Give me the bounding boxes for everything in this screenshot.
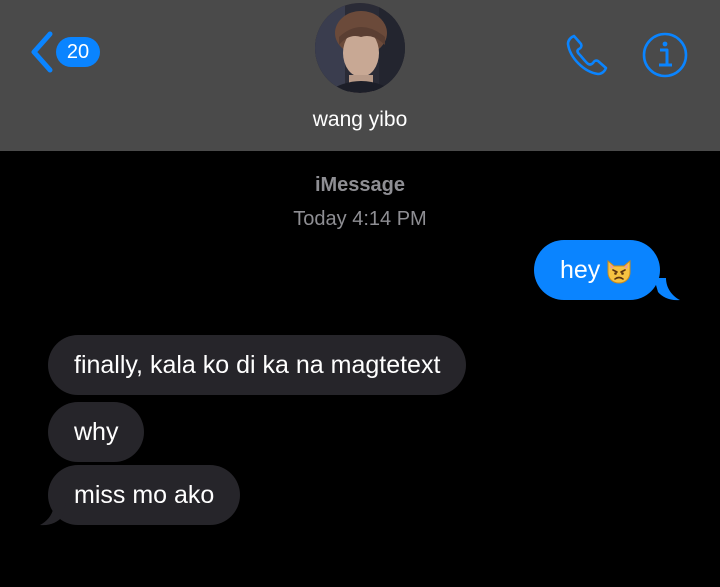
back-button[interactable]: 20: [28, 30, 100, 74]
conversation-header: 20 wang yibo: [0, 0, 720, 151]
outgoing-message-bubble[interactable]: hey: [534, 240, 661, 300]
contact-avatar[interactable]: [315, 3, 405, 93]
incoming-message-bubble[interactable]: miss mo ako: [48, 465, 241, 525]
contact-name[interactable]: wang yibo: [0, 106, 720, 134]
unread-count-badge: 20: [56, 37, 100, 67]
message-text: miss mo ako: [74, 481, 215, 509]
phone-button[interactable]: [562, 30, 612, 80]
phone-icon: [562, 34, 612, 84]
pouting-cat-emoji: [604, 256, 634, 286]
message-text: hey: [560, 256, 601, 284]
service-label: iMessage: [314, 174, 406, 196]
incoming-message-bubble[interactable]: why: [48, 402, 145, 462]
info-icon: [640, 32, 690, 84]
incoming-bubble-tail: [40, 503, 66, 526]
message-timestamp: Today 4:14 PM: [293, 208, 427, 230]
info-button[interactable]: [640, 30, 690, 80]
message-text: why: [74, 418, 119, 446]
incoming-message-bubble[interactable]: finally, kala ko di ka na magtetext: [48, 335, 467, 395]
conversation-screen: 20 wang yibo iMessage Today 4:14 PM hey …: [0, 0, 720, 587]
outgoing-bubble-tail: [654, 278, 680, 301]
chevron-left-icon: [28, 30, 54, 74]
message-text: finally, kala ko di ka na magtetext: [74, 351, 441, 379]
